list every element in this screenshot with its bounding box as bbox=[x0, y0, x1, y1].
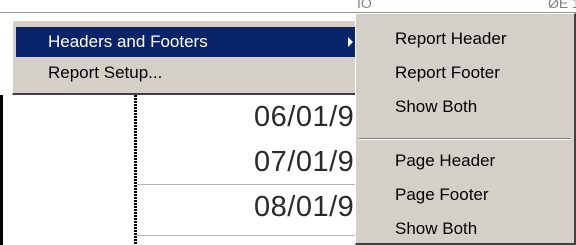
date-cell: 07/01/9 bbox=[254, 146, 355, 178]
grid-left-border bbox=[0, 95, 3, 245]
column-header-row: IO ØE 1 bbox=[0, 0, 576, 13]
date-cell: 08/01/9 bbox=[254, 191, 355, 223]
context-menu: Headers and Footers Report Setup... bbox=[12, 20, 370, 95]
menu-item-report-setup[interactable]: Report Setup... bbox=[16, 58, 365, 88]
menu-item-label: Report Setup... bbox=[48, 63, 163, 82]
menu-item-label: Headers and Footers bbox=[48, 32, 208, 51]
menu-item-label: Report Footer bbox=[395, 63, 500, 82]
menu-item-label: Page Footer bbox=[395, 185, 489, 204]
submenu-item-report-show-both[interactable]: Show Both bbox=[359, 92, 571, 122]
header-fragment: IO bbox=[357, 0, 372, 11]
menu-item-label: Page Header bbox=[395, 151, 496, 170]
triangle-right-icon bbox=[348, 37, 353, 47]
menu-item-headers-and-footers[interactable]: Headers and Footers bbox=[16, 27, 365, 57]
submenu-item-page-show-both[interactable]: Show Both bbox=[359, 214, 571, 244]
submenu-item-page-footer[interactable]: Page Footer bbox=[359, 180, 571, 210]
menu-separator bbox=[359, 138, 571, 140]
submenu-item-page-header[interactable]: Page Header bbox=[359, 146, 571, 176]
submenu-item-report-footer[interactable]: Report Footer bbox=[359, 58, 571, 88]
menu-item-label: Show Both bbox=[395, 219, 478, 238]
menu-item-label: Show Both bbox=[395, 97, 478, 116]
header-fragment: ØE 1 bbox=[548, 0, 576, 11]
submenu-item-report-header[interactable]: Report Header bbox=[359, 24, 571, 54]
headers-footers-submenu: Report Header Report Footer Show Both Pa… bbox=[355, 13, 576, 245]
date-cell: 06/01/9 bbox=[254, 101, 355, 133]
menu-item-label: Report Header bbox=[395, 29, 507, 48]
